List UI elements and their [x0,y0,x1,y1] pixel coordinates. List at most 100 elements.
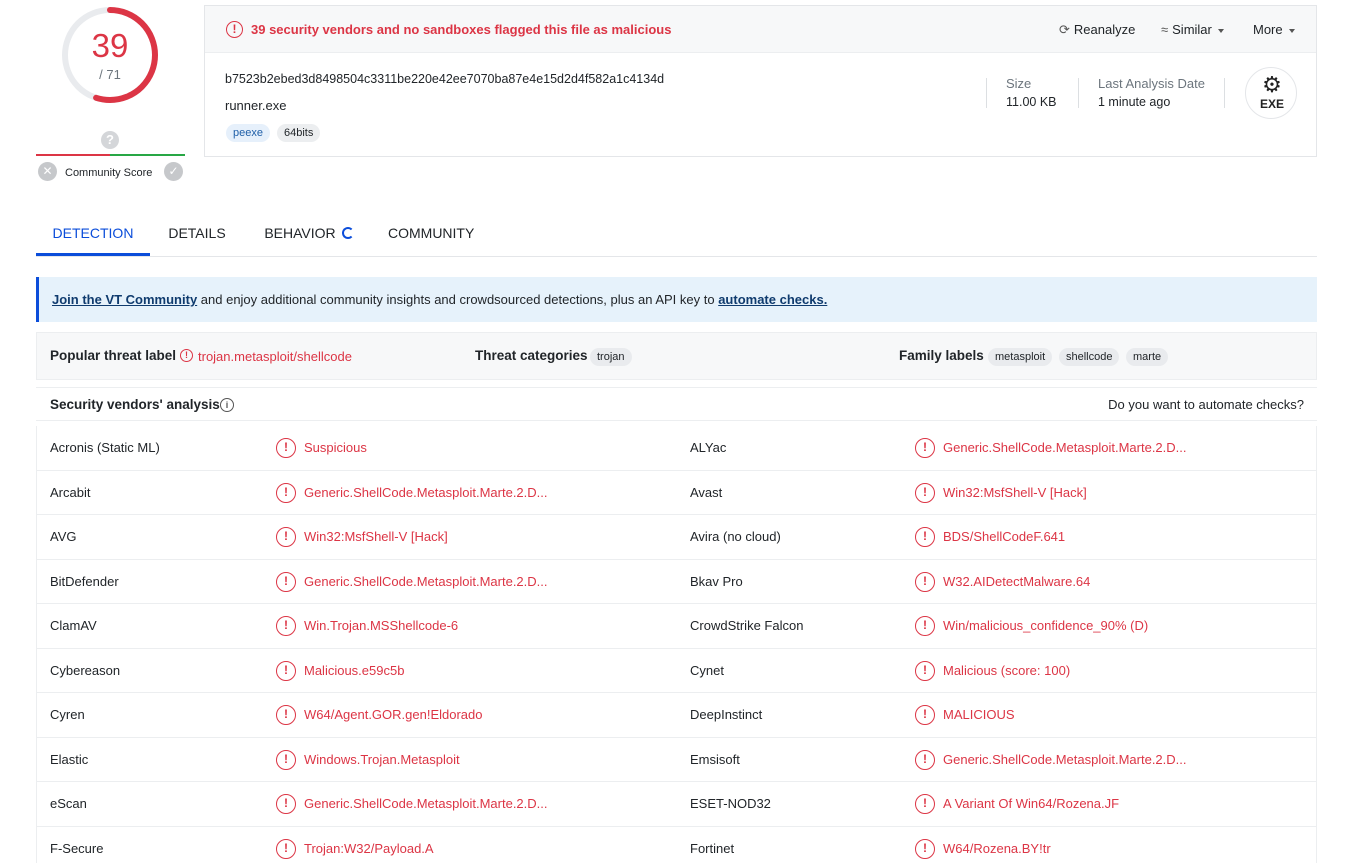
vote-harmless-icon[interactable]: ✓ [164,162,183,181]
malicious-alert-icon: ! [915,794,935,814]
table-row: Elastic! Windows.Trojan.Metasploit Emsisof… [37,738,1316,782]
tab-community[interactable]: COMMUNITY [388,213,474,256]
table-row: BitDefender! Generic.ShellCode.Metasploit… [37,560,1316,604]
refresh-icon: ⟳ [1059,22,1070,37]
score-detections: 39 [91,27,129,64]
more-button[interactable]: More [1253,22,1295,37]
divider [1224,78,1225,108]
malicious-alert-icon: ! [915,749,935,770]
vendor-result[interactable]: Generic.ShellCode.Metasploit.Marte.2.D..… [304,574,548,589]
malicious-alert-icon: ! [915,705,935,725]
vendors-table: Acronis (Static ML)! Suspicious ALYac! Gene… [36,426,1317,863]
vendor-name: Arcabit [50,484,91,500]
tag-peexe[interactable]: peexe [226,124,270,142]
table-row: ClamAV! Win.Trojan.MSShellcode-6 CrowdStri… [37,604,1316,649]
popular-threat-label: Popular threat label [50,348,177,363]
vendor-name: eScan [50,796,87,811]
vendor-result[interactable]: BDS/ShellCodeF.641 [943,529,1065,544]
vendor-name: ALYac [690,440,727,455]
threat-category-pill[interactable]: trojan [590,348,632,366]
alert-icon: ! [226,21,243,38]
vendor-name: Bkav Pro [690,573,743,589]
tab-detection[interactable]: DETECTION [36,213,150,256]
loading-spinner-icon [341,227,354,239]
file-hash[interactable]: b7523b2ebed3d8498504c3311be220e42ee7070b… [225,72,664,86]
vendor-name: Cybereason [50,662,121,678]
vendor-name: DeepInstinct [690,707,763,722]
vendor-result[interactable]: MALICIOUS [943,707,1015,722]
last-analysis-value: 1 minute ago [1098,95,1171,109]
vendor-name: Cyren [50,707,85,722]
detection-score: 39 / 71 [60,5,160,105]
family-label-pill[interactable]: shellcode [1059,348,1120,366]
vendor-name: Elastic [50,751,89,767]
vendor-result[interactable]: Generic.ShellCode.Metasploit.Marte.2.D..… [943,752,1187,767]
divider [986,78,987,108]
vendors-title: Security vendors' analysis [50,397,220,412]
vendor-name: Cynet [690,662,724,678]
vendor-result[interactable]: Trojan:W32/Payload.A [304,841,434,856]
vendor-name: AVG [50,529,77,544]
size-label: Size [1006,76,1032,91]
malicious-alert-icon: ! [915,838,935,859]
file-type-label: EXE [1259,97,1284,111]
vendor-name: ESET-NOD32 [690,796,771,811]
malicious-alert-icon: ! [915,482,935,503]
reanalyze-button[interactable]: ⟳ Reanalyze [1059,22,1135,38]
malicious-alert-icon: ! [276,482,296,503]
automate-checks-prompt[interactable]: Do you want to automate checks? [1108,397,1304,412]
malicious-alert-icon: ! [276,794,296,814]
vendor-result[interactable]: Generic.ShellCode.Metasploit.Marte.2.D..… [304,796,548,811]
vendor-result[interactable]: Win32:MsfShell-V [Hack] [304,529,448,544]
malicious-alert-icon: ! [276,438,296,458]
vendor-result[interactable]: Generic.ShellCode.Metasploit.Marte.2.D..… [943,440,1187,455]
malicious-alert-icon: ! [276,616,296,636]
info-icon[interactable]: i [220,398,234,412]
chevron-down-icon [1288,28,1295,33]
malicious-alert-icon: ! [276,527,296,547]
family-label-pill[interactable]: marte [1126,348,1169,366]
family-label-pill[interactable]: metasploit [988,348,1053,366]
vendor-name: Fortinet [690,840,735,856]
join-community-link[interactable]: Join the VT Community [52,292,197,307]
table-row: Acronis (Static ML)! Suspicious ALYac! Gene… [37,426,1316,471]
similar-icon: ≈ [1161,22,1169,37]
vendor-result[interactable]: Malicious.e59c5b [304,663,404,678]
vendor-result[interactable]: Win.Trojan.MSShellcode-6 [304,618,458,633]
vendor-result[interactable]: Win32:MsfShell-V [Hack] [943,485,1087,500]
tab-behavior[interactable]: BEHAVIOR [256,213,362,256]
vendor-name: Avira (no cloud) [690,529,781,544]
vendor-result[interactable]: Win/malicious_confidence_90% (D) [943,618,1148,633]
alert-bar: ! 39 security vendors and no sandboxes f… [205,6,1316,53]
vendor-result[interactable]: W32.AIDetectMalware.64 [943,574,1090,589]
table-row: F-Secure! Trojan:W32/Payload.A Fortinet! W6… [37,827,1316,863]
malicious-alert-icon: ! [276,571,296,592]
banner-text: and enjoy additional community insights … [197,292,719,307]
vote-harmful-icon[interactable]: ✕ [38,162,57,181]
vendor-result[interactable]: Malicious (score: 100) [943,663,1070,678]
vendor-result[interactable]: Windows.Trojan.Metasploit [304,752,460,767]
popular-threat-value[interactable]: trojan.metasploit/shellcode [198,349,352,364]
file-type-icon: ⚙ EXE [1245,67,1297,119]
tag-64bits[interactable]: 64bits [277,124,321,142]
alert-message: 39 security vendors and no sandboxes fla… [251,22,672,37]
alert-icon: ! [180,349,193,362]
automate-checks-link[interactable]: automate checks. [718,292,827,307]
similar-button[interactable]: ≈ Similar [1161,22,1224,37]
malicious-alert-icon: ! [915,438,935,458]
table-row: Cybereason! Malicious.e59c5b Cynet! Malicio… [37,649,1316,693]
malicious-alert-icon: ! [915,571,935,592]
community-banner: Join the VT Community and enjoy addition… [36,277,1317,322]
malicious-alert-icon: ! [276,705,296,725]
vendor-result[interactable]: A Variant Of Win64/Rozena.JF [943,796,1119,811]
vendor-result[interactable]: Suspicious [304,440,367,455]
vendor-result[interactable]: W64/Rozena.BY!tr [943,841,1051,856]
vendor-name: Emsisoft [690,751,740,767]
divider [1078,78,1079,108]
malicious-alert-icon: ! [276,838,296,859]
community-score-positive-bar [110,154,185,156]
threat-summary: Popular threat label ! trojan.metasploit… [36,332,1317,380]
vendor-result[interactable]: Generic.ShellCode.Metasploit.Marte.2.D..… [304,485,548,500]
tab-details[interactable]: DETAILS [160,213,234,256]
vendor-result[interactable]: W64/Agent.GOR.gen!Eldorado [304,707,483,722]
